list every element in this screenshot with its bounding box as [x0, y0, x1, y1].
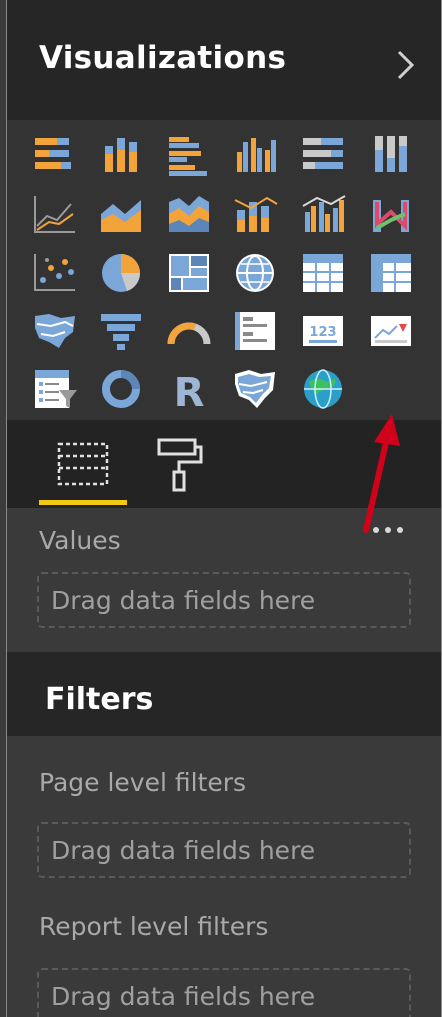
map-icon[interactable] — [231, 250, 279, 296]
values-drop-zone-text: Drag data fields here — [51, 586, 316, 615]
globe-map-icon[interactable] — [299, 366, 347, 412]
visual-gallery: 123 R — [7, 120, 441, 533]
report-level-filters-label: Report level filters — [39, 912, 269, 941]
clustered-column-chart-icon[interactable] — [231, 132, 279, 178]
more-options-icon[interactable] — [373, 518, 409, 537]
donut-chart-icon[interactable] — [97, 366, 145, 412]
svg-text:123: 123 — [309, 325, 336, 340]
filled-map-icon[interactable] — [31, 308, 79, 354]
chevron-right-icon[interactable] — [395, 48, 417, 82]
page-level-filters-label: Page level filters — [39, 768, 247, 797]
card-icon[interactable]: 123 — [299, 308, 347, 354]
stacked-column-chart-icon[interactable] — [97, 132, 145, 178]
page-level-drop-zone-text: Drag data fields here — [51, 836, 316, 865]
report-level-filters-drop-zone[interactable]: Drag data fields here — [37, 968, 411, 1017]
active-tab-indicator — [39, 500, 127, 505]
ribbon-chart-icon[interactable] — [367, 192, 415, 238]
clustered-bar-chart-icon[interactable] — [165, 132, 213, 178]
line-and-stacked-column-chart-icon[interactable] — [231, 192, 279, 238]
line-chart-icon[interactable] — [31, 192, 79, 238]
pane-header: Visualizations — [7, 0, 441, 120]
funnel-icon[interactable] — [97, 308, 145, 354]
100-percent-stacked-bar-chart-icon[interactable] — [299, 132, 347, 178]
pie-chart-icon[interactable] — [97, 250, 145, 296]
pane-tabs — [7, 420, 441, 508]
kpi-icon[interactable] — [367, 308, 415, 354]
matrix-icon[interactable] — [367, 250, 415, 296]
shape-map-icon[interactable] — [231, 366, 279, 412]
fields-tab-icon[interactable] — [53, 434, 113, 494]
r-script-visual-icon[interactable]: R — [165, 366, 213, 412]
format-paint-roller-icon[interactable] — [151, 434, 211, 494]
multi-row-card-icon[interactable] — [231, 308, 279, 354]
100-percent-stacked-column-chart-icon[interactable] — [367, 132, 415, 178]
filters-title: Filters — [45, 682, 154, 717]
svg-text:R: R — [174, 370, 205, 412]
treemap-icon[interactable] — [165, 250, 213, 296]
line-and-clustered-column-chart-icon[interactable] — [299, 192, 347, 238]
report-level-drop-zone-text: Drag data fields here — [51, 982, 316, 1011]
stacked-bar-chart-icon[interactable] — [31, 132, 79, 178]
area-chart-icon[interactable] — [97, 192, 145, 238]
visualizations-pane: Visualizations 123 R Values Drag data fi… — [6, 0, 442, 1017]
scatter-chart-icon[interactable] — [31, 250, 79, 296]
stacked-area-chart-icon[interactable] — [165, 192, 213, 238]
slicer-icon[interactable] — [31, 366, 79, 412]
values-label: Values — [39, 526, 121, 555]
page-level-filters-drop-zone[interactable]: Drag data fields here — [37, 822, 411, 878]
pane-title: Visualizations — [39, 40, 287, 76]
gauge-icon[interactable] — [165, 308, 213, 354]
values-drop-zone[interactable]: Drag data fields here — [37, 572, 411, 628]
table-icon[interactable] — [299, 250, 347, 296]
